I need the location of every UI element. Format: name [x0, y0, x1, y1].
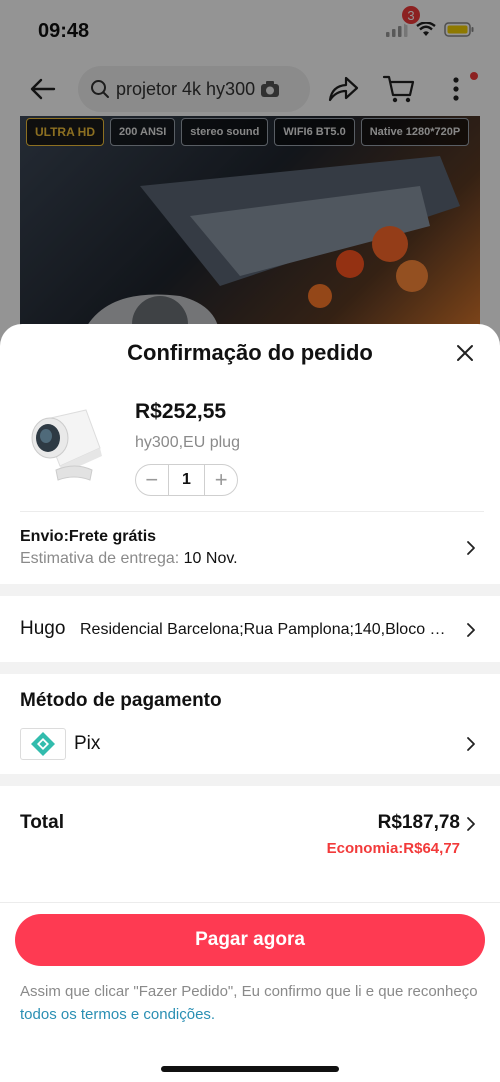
terms-text: Assim que clicar "Fazer Pedido", Eu conf… — [20, 983, 478, 1000]
section-separator — [0, 584, 500, 596]
order-total: Total R$187,78 Economia:R$64,77 — [0, 786, 500, 886]
divider — [0, 902, 500, 903]
decrease-quantity-button[interactable]: − — [136, 465, 168, 495]
pay-now-button[interactable]: Pagar agora — [15, 914, 485, 966]
payment-method-title: Método de pagamento — [20, 690, 222, 711]
total-amount[interactable]: R$187,78 — [378, 812, 460, 834]
savings-amount: Economia:R$64,77 — [326, 840, 460, 857]
terms-link[interactable]: todos os termos e condições. — [20, 1006, 215, 1023]
product-thumbnail — [31, 409, 102, 481]
sheet-title: Confirmação do pedido — [127, 340, 373, 365]
address-line: Residencial Barcelona;Rua Pamplona;140,B… — [80, 621, 450, 638]
chevron-right-icon[interactable] — [464, 814, 478, 834]
product-summary: R$252,55 hy300,EU plug − 1 + — [0, 386, 500, 510]
payment-method-label[interactable]: Pix — [74, 733, 100, 755]
payment-method-section: Método de pagamento Pix — [0, 674, 500, 774]
shipping-title: Envio:Frete grátis — [20, 528, 157, 545]
quantity-stepper: − 1 + — [135, 464, 238, 496]
home-indicator — [161, 1066, 339, 1072]
chevron-right-icon — [467, 541, 475, 555]
order-confirmation-sheet: Confirmação do pedido R$252,55 hy300,EU … — [0, 324, 500, 1082]
close-icon[interactable] — [452, 340, 478, 366]
terms-notice: Assim que clicar "Fazer Pedido", Eu conf… — [20, 980, 480, 1026]
product-variant[interactable]: hy300,EU plug — [135, 434, 240, 452]
delivery-estimate-label: Estimativa de entrega: — [20, 550, 184, 567]
increase-quantity-button[interactable]: + — [205, 465, 237, 495]
delivery-estimate: Estimativa de entrega: 10 Nov. — [20, 550, 238, 568]
chevron-right-icon[interactable] — [464, 734, 478, 754]
quantity-value[interactable]: 1 — [167, 465, 206, 495]
product-price: R$252,55 — [135, 400, 227, 423]
shipping-address-row[interactable]: Hugo Residencial Barcelona;Rua Pamplona;… — [0, 596, 500, 662]
chevron-right-icon — [467, 623, 475, 637]
pix-icon — [20, 728, 66, 760]
recipient-name: Hugo — [20, 618, 66, 639]
delivery-date: 10 Nov. — [183, 550, 238, 567]
section-separator — [0, 662, 500, 674]
shipping-row[interactable]: Envio:Frete grátis Estimativa de entrega… — [0, 512, 500, 584]
total-label: Total — [20, 812, 64, 833]
section-separator — [0, 774, 500, 786]
